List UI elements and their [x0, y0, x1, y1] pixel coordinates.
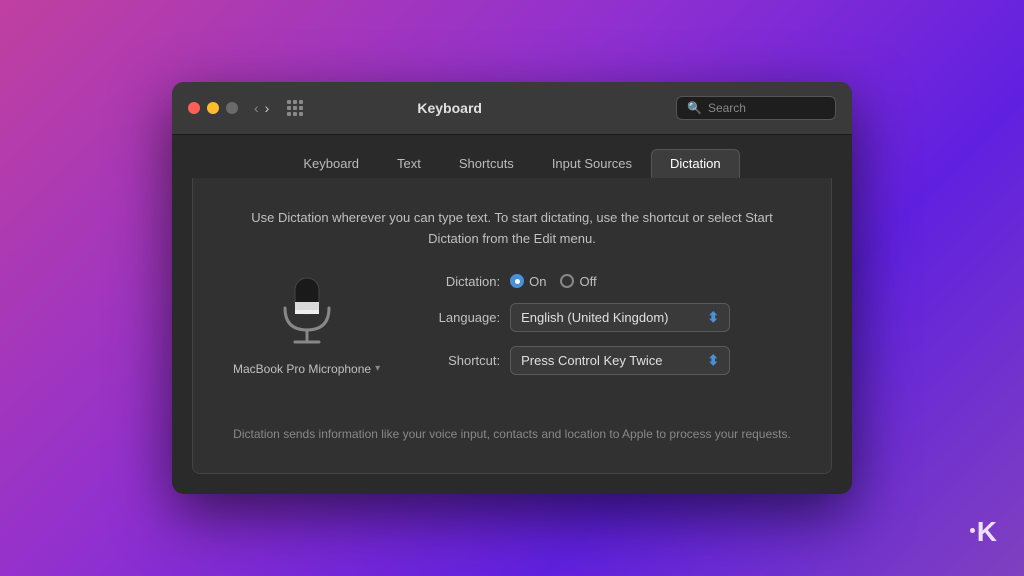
settings-area: Dictation: On Off Language: — [410, 274, 791, 389]
main-window: ‹ › Keyboard 🔍 Search Keyboard Text Shor… — [172, 82, 852, 494]
dictation-toggle-row: Dictation: On Off — [410, 274, 791, 289]
dictation-on-radio[interactable] — [510, 274, 524, 288]
shortcut-value: Press Control Key Twice — [521, 353, 662, 368]
content-area: Use Dictation wherever you can type text… — [192, 178, 832, 474]
tab-keyboard[interactable]: Keyboard — [284, 149, 378, 178]
dictation-description: Use Dictation wherever you can type text… — [233, 208, 791, 250]
shortcut-label: Shortcut: — [410, 353, 500, 368]
tabs-bar: Keyboard Text Shortcuts Input Sources Di… — [172, 135, 852, 178]
shortcut-dropdown-arrow: ⬍ — [707, 352, 719, 369]
dictation-off-radio[interactable] — [560, 274, 574, 288]
mic-section: MacBook Pro Microphone ▾ — [233, 274, 380, 376]
dictation-radio-group: On Off — [510, 274, 596, 289]
badge-dot — [970, 528, 975, 533]
window-title: Keyboard — [235, 100, 664, 116]
shortcut-row: Shortcut: Press Control Key Twice ⬍ — [410, 346, 791, 375]
knowtechie-badge: K — [970, 516, 996, 548]
search-placeholder: Search — [708, 101, 746, 115]
tab-dictation[interactable]: Dictation — [651, 149, 740, 178]
dictation-label: Dictation: — [410, 274, 500, 289]
language-dropdown-arrow: ⬍ — [707, 309, 719, 326]
dictation-footer-note: Dictation sends information like your vo… — [233, 409, 791, 443]
traffic-lights — [188, 102, 238, 114]
language-row: Language: English (United Kingdom) ⬍ — [410, 303, 791, 332]
tab-shortcuts[interactable]: Shortcuts — [440, 149, 533, 178]
shortcut-dropdown[interactable]: Press Control Key Twice ⬍ — [510, 346, 730, 375]
search-icon: 🔍 — [687, 101, 702, 115]
language-dropdown[interactable]: English (United Kingdom) ⬍ — [510, 303, 730, 332]
dictation-off-label: Off — [579, 274, 596, 289]
microphone-name: MacBook Pro Microphone — [233, 362, 371, 376]
microphone-icon — [275, 274, 339, 348]
close-button[interactable] — [188, 102, 200, 114]
mic-dropdown-chevron: ▾ — [375, 363, 380, 374]
language-label: Language: — [410, 310, 500, 325]
language-value: English (United Kingdom) — [521, 310, 668, 325]
search-box[interactable]: 🔍 Search — [676, 96, 836, 120]
titlebar: ‹ › Keyboard 🔍 Search — [172, 82, 852, 135]
tab-input-sources[interactable]: Input Sources — [533, 149, 651, 178]
microphone-label[interactable]: MacBook Pro Microphone ▾ — [233, 362, 380, 376]
dictation-off-option[interactable]: Off — [560, 274, 596, 289]
dictation-on-option[interactable]: On — [510, 274, 546, 289]
tab-text[interactable]: Text — [378, 149, 440, 178]
main-area: MacBook Pro Microphone ▾ Dictation: On — [233, 274, 791, 389]
dictation-on-label: On — [529, 274, 546, 289]
minimize-button[interactable] — [207, 102, 219, 114]
